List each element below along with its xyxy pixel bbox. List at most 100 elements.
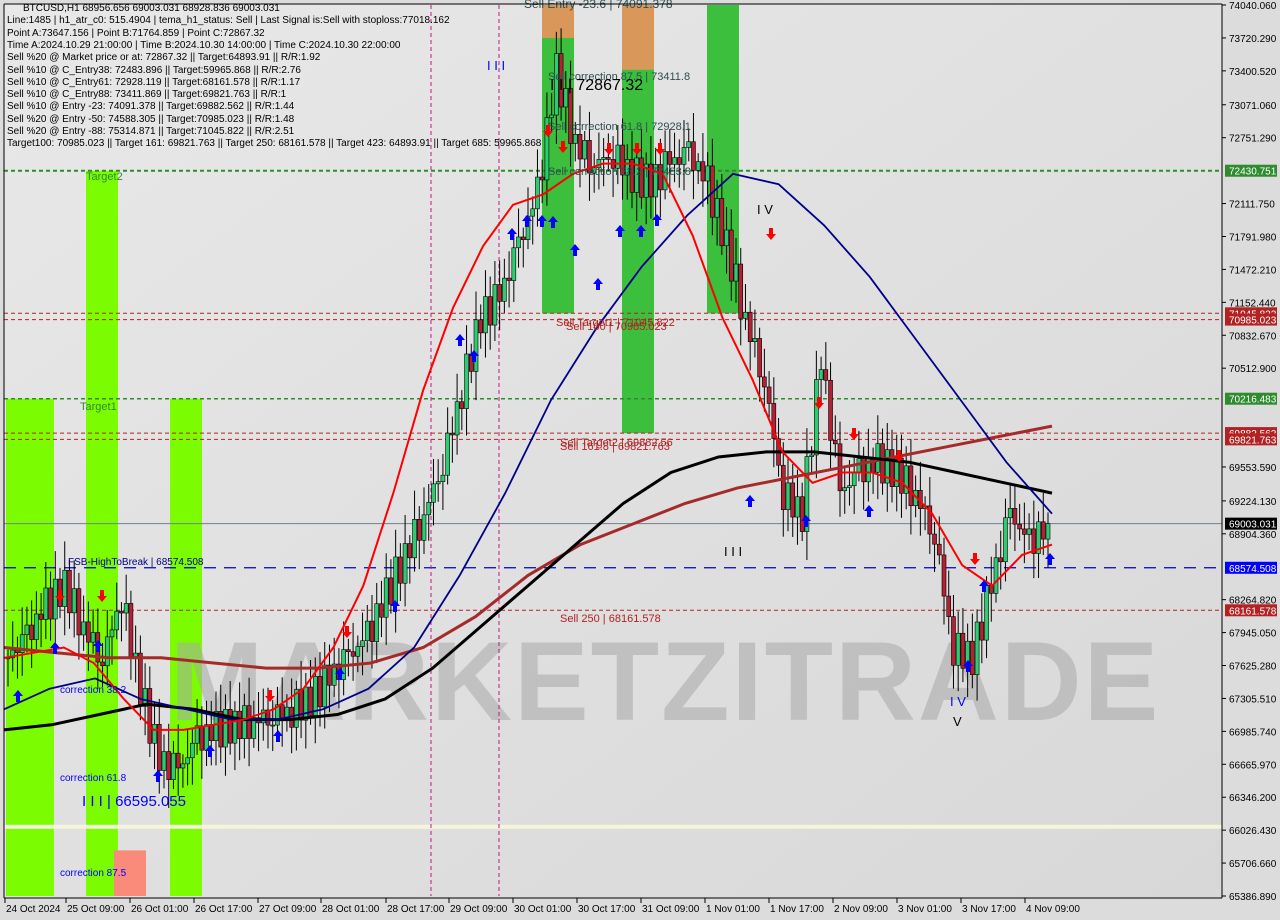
candle-body xyxy=(426,501,432,516)
annotation-label: Sell correction 61.8 | 72928.1 xyxy=(548,121,691,133)
candle-body xyxy=(109,629,115,638)
candle-body xyxy=(29,624,34,640)
candle-body xyxy=(374,603,380,642)
y-tick-label: 68904.360 xyxy=(1229,530,1277,541)
candle-body xyxy=(568,88,573,144)
annotation-label: I I I | 66595.055 xyxy=(82,793,186,810)
candle-body xyxy=(322,664,328,708)
candle-body xyxy=(175,752,181,769)
candle-body xyxy=(601,157,606,160)
candle-body xyxy=(615,144,621,169)
price-tag-label: 70985.023 xyxy=(1229,316,1277,327)
candle-body xyxy=(43,587,49,620)
candle-body xyxy=(1022,528,1027,535)
candle-body xyxy=(440,474,446,482)
candle-body xyxy=(431,483,436,503)
candle-body xyxy=(667,151,673,165)
candle-body xyxy=(312,676,318,716)
info-line: Sell %10 @ C_Entry61: 72928.119 || Targe… xyxy=(7,76,301,88)
candle-body xyxy=(974,621,980,675)
candle-body xyxy=(355,646,361,657)
candle-body xyxy=(232,710,238,744)
candle-body xyxy=(728,229,734,282)
candle-body xyxy=(454,401,460,436)
x-tick-label: 24 Oct 2024 xyxy=(6,904,61,915)
candle-body xyxy=(133,652,138,657)
candle-body xyxy=(166,751,172,780)
annotation-label: I I I xyxy=(487,58,505,73)
y-tick-label: 66665.970 xyxy=(1229,760,1277,771)
candle-body xyxy=(279,704,285,719)
candle-body xyxy=(936,543,942,556)
x-tick-label: 30 Oct 17:00 xyxy=(578,904,636,915)
x-tick-label: 28 Oct 17:00 xyxy=(387,904,445,915)
annotation-label: I V xyxy=(757,202,773,217)
candle-body xyxy=(814,379,819,456)
candle-body xyxy=(799,496,805,532)
candle-body xyxy=(478,319,484,334)
annotation-label: correction 87.5 xyxy=(60,868,127,879)
candle-body xyxy=(747,311,753,343)
candle-body xyxy=(270,724,276,727)
candle-body xyxy=(823,369,829,381)
candle-body xyxy=(1045,523,1051,540)
candle-body xyxy=(979,621,985,641)
candle-body xyxy=(71,588,77,614)
candle-body xyxy=(464,353,469,409)
candle-body xyxy=(119,610,124,614)
candle-body xyxy=(317,676,323,708)
candle-body xyxy=(780,464,786,511)
zone-band xyxy=(86,170,118,896)
candle-body xyxy=(421,514,427,541)
annotation-label: Sell 250 | 68161.578 xyxy=(560,613,661,625)
candle-body xyxy=(459,401,465,409)
candle-body xyxy=(506,277,512,281)
candle-body xyxy=(847,485,852,488)
info-line: Sell %20 @ Market price or at: 72867.32 … xyxy=(7,52,321,64)
candle-body xyxy=(705,165,710,182)
candle-body xyxy=(190,742,195,759)
candle-body xyxy=(743,311,748,319)
candle-body xyxy=(204,724,209,751)
candle-body xyxy=(62,569,68,607)
candle-body xyxy=(114,610,120,631)
x-tick-label: 2 Nov 09:00 xyxy=(834,904,888,915)
candle-body xyxy=(984,584,989,641)
candle-body xyxy=(894,458,900,487)
y-tick-label: 70512.900 xyxy=(1229,364,1277,375)
y-tick-label: 66346.200 xyxy=(1229,793,1277,804)
x-tick-label: 3 Nov 17:00 xyxy=(962,904,1016,915)
candle-body xyxy=(379,603,384,618)
candle-body xyxy=(435,481,441,485)
candle-body xyxy=(246,705,252,739)
annotation-label: Sell correction 38.2 | 72483.8 xyxy=(548,166,691,178)
candle-body xyxy=(700,161,706,182)
candle-body xyxy=(672,157,677,165)
info-line: Sell %10 @ C_Entry88: 73411.869 || Targe… xyxy=(7,89,287,101)
x-tick-label: 30 Oct 01:00 xyxy=(514,904,572,915)
price-tag-label: 70216.483 xyxy=(1229,395,1277,406)
candle-body xyxy=(818,369,824,380)
candle-body xyxy=(795,496,800,518)
annotation-label: I I | 72867.32 xyxy=(550,77,643,94)
candle-body xyxy=(719,198,725,247)
candle-body xyxy=(237,710,242,739)
candle-body xyxy=(407,543,413,559)
info-line: Target100: 70985.023 || Target 161: 6982… xyxy=(7,138,542,150)
price-tag-label: 72430.751 xyxy=(1229,167,1277,178)
candle-body xyxy=(38,613,44,620)
x-tick-label: 28 Oct 01:00 xyxy=(322,904,380,915)
candle-body xyxy=(445,432,450,476)
candle-body xyxy=(549,114,554,119)
x-tick-label: 25 Oct 09:00 xyxy=(67,904,125,915)
info-line: Line:1485 | h1_atr_c0: 515.4904 | tema_h… xyxy=(7,15,450,27)
annotation-label: Sell Entry -23.6 | 74091.378 xyxy=(524,0,673,11)
candle-body xyxy=(161,751,167,771)
x-tick-label: 3 Nov 01:00 xyxy=(898,904,952,915)
y-tick-label: 66026.430 xyxy=(1229,826,1277,837)
candle-body xyxy=(752,338,758,343)
candle-body xyxy=(86,621,91,643)
candle-body xyxy=(227,709,233,744)
candle-body xyxy=(1003,517,1008,563)
candle-body xyxy=(1007,508,1013,519)
